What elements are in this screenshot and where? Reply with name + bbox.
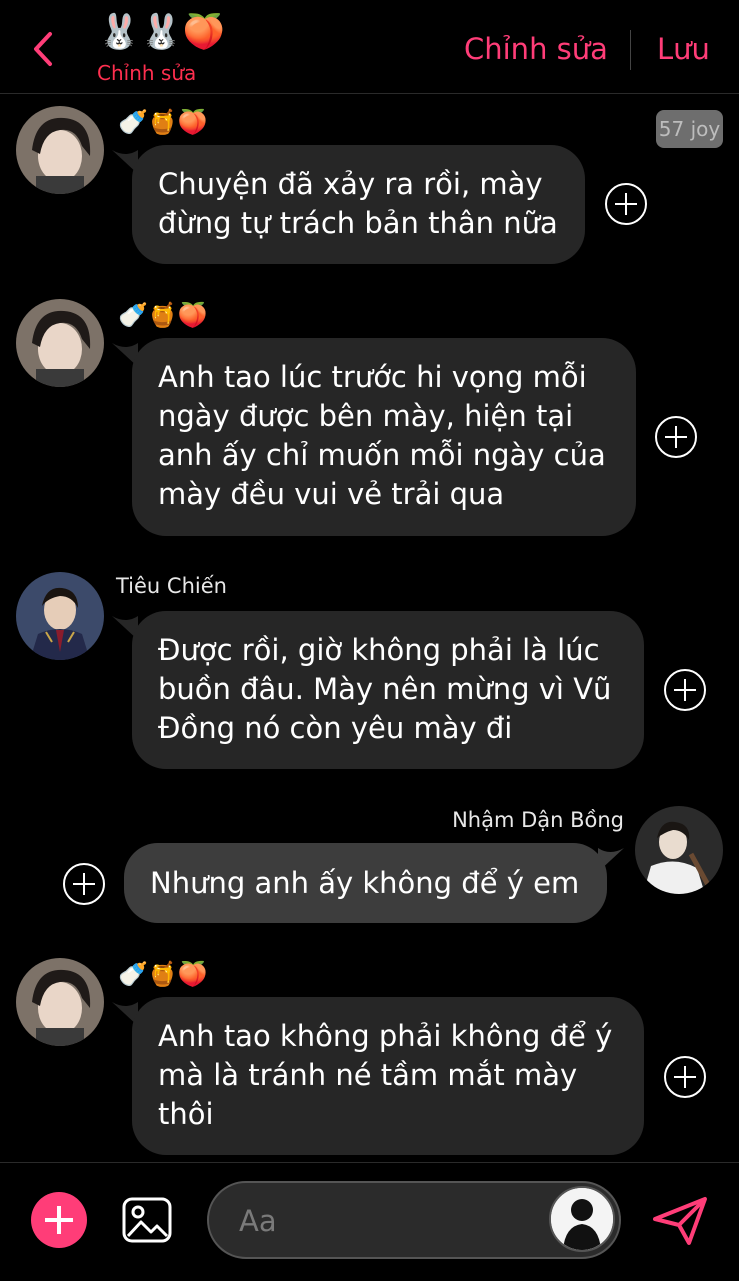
chat-title-subtitle[interactable]: Chỉnh sửa [97,61,196,85]
add-reaction-button[interactable] [63,863,105,905]
message-bubble[interactable]: Anh tao lúc trước hi vọng mỗi ngày được … [132,338,636,536]
user-avatar-icon[interactable] [549,1186,615,1252]
send-icon[interactable] [651,1195,709,1247]
sender-emoji: 🍼🍯🍑 [118,301,208,329]
message-bubble[interactable]: Anh tao không phải không để ý mà là trán… [132,997,644,1155]
add-reaction-button[interactable] [664,1056,706,1098]
message-bubble[interactable]: Chuyện đã xảy ra rồi, mày đừng tự trách … [132,145,585,264]
sender-emoji: 🍼🍯🍑 [118,960,208,988]
sender-emoji: 🍼🍯🍑 [118,108,208,136]
edit-button[interactable]: Chỉnh sửa [464,32,608,66]
image-icon[interactable] [121,1196,173,1244]
avatar[interactable] [635,806,723,894]
message-bubble[interactable]: Nhưng anh ấy không để ý em [124,843,607,923]
chat-title-emojis[interactable]: 🐰🐰🍑 [98,10,225,54]
plus-icon[interactable] [31,1192,87,1248]
joy-badge: 57 joy [656,110,723,148]
save-button[interactable]: Lưu [657,32,710,66]
message-input-container[interactable] [207,1181,621,1259]
message-input[interactable] [237,1197,541,1245]
avatar[interactable] [16,572,104,660]
avatar[interactable] [16,958,104,1046]
chevron-left-icon[interactable] [28,26,68,72]
sender-name: Tiêu Chiến [116,574,227,598]
chat-header: 🐰🐰🍑 Chỉnh sửa Chỉnh sửa Lưu [0,0,739,94]
add-reaction-button[interactable] [655,416,697,458]
add-reaction-button[interactable] [664,669,706,711]
avatar[interactable] [16,106,104,194]
message-bubble[interactable]: Được rồi, giờ không phải là lúc buồn đâu… [132,611,644,769]
avatar[interactable] [16,299,104,387]
header-divider [630,30,631,70]
add-reaction-button[interactable] [605,183,647,225]
sender-name: Nhậm Dận Bồng [452,808,624,832]
